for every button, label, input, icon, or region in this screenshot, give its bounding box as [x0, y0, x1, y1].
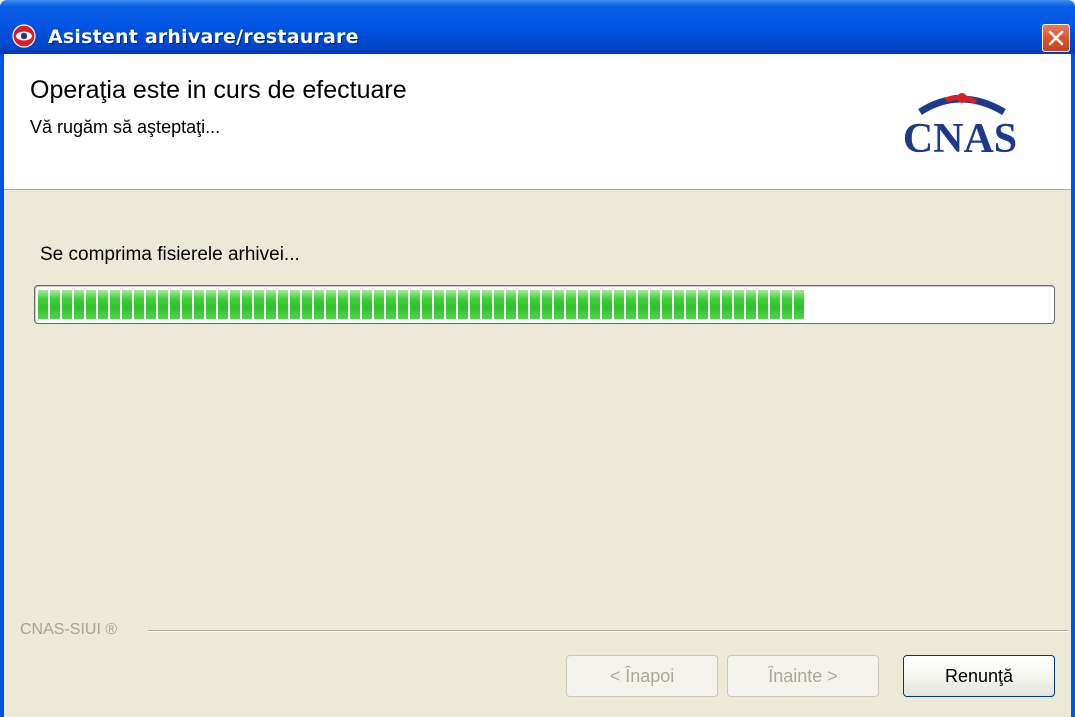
progress-segment — [638, 290, 648, 319]
progress-segment — [218, 290, 228, 319]
progress-segment — [338, 290, 348, 319]
progress-segment — [278, 290, 288, 319]
progress-segment — [290, 290, 300, 319]
cancel-button[interactable]: Renunţă — [903, 655, 1055, 697]
progress-segment — [458, 290, 468, 319]
progress-segment — [662, 290, 672, 319]
progress-segment — [650, 290, 660, 319]
title-bar[interactable]: Asistent arhivare/restaurare — [0, 0, 1075, 54]
progress-segment — [794, 290, 804, 319]
progress-segment — [602, 290, 612, 319]
progress-segment — [110, 290, 120, 319]
progress-segment — [374, 290, 384, 319]
progress-segment — [230, 290, 240, 319]
progress-segment — [674, 290, 684, 319]
progress-segment — [722, 290, 732, 319]
window-title: Asistent arhivare/restaurare — [48, 26, 359, 48]
progress-segment — [302, 290, 312, 319]
page-subtitle: Vă rugăm să aşteptaţi... — [30, 117, 221, 137]
progress-segment — [590, 290, 600, 319]
progress-segment — [578, 290, 588, 319]
progress-segment — [542, 290, 552, 319]
progress-segment — [746, 290, 756, 319]
progress-segment — [518, 290, 528, 319]
progress-segment — [434, 290, 444, 319]
progress-segment — [98, 290, 108, 319]
progress-segment — [446, 290, 456, 319]
progress-segment — [134, 290, 144, 319]
progress-segment — [182, 290, 192, 319]
footer-brand: CNAS-SIUI ® — [20, 621, 124, 639]
back-button[interactable]: < Înapoi — [566, 655, 718, 697]
progress-segment — [158, 290, 168, 319]
progress-segment — [494, 290, 504, 319]
window-border-right — [1071, 54, 1075, 717]
progress-segment — [614, 290, 624, 319]
progress-segment — [410, 290, 420, 319]
progress-segment — [770, 290, 780, 319]
wizard-window: Asistent arhivare/restaurare Operaţia es… — [0, 0, 1075, 717]
progress-segment — [146, 290, 156, 319]
progress-segment — [710, 290, 720, 319]
progress-status-text: Se comprima fisierele arhivei... — [40, 244, 300, 265]
progress-segment — [758, 290, 768, 319]
wizard-header: Operaţia este in curs de efectuare Vă ru… — [4, 54, 1071, 190]
progress-segment — [254, 290, 264, 319]
progress-segment — [74, 290, 84, 319]
progress-bar-fill — [38, 290, 804, 319]
progress-segment — [422, 290, 432, 319]
progress-segment — [626, 290, 636, 319]
app-eye-icon — [12, 24, 36, 48]
close-button[interactable] — [1042, 24, 1070, 52]
svg-text:CNAS: CNAS — [903, 116, 1017, 162]
progress-bar — [34, 285, 1055, 324]
progress-segment — [38, 290, 48, 319]
progress-segment — [734, 290, 744, 319]
progress-segment — [242, 290, 252, 319]
progress-segment — [386, 290, 396, 319]
progress-segment — [686, 290, 696, 319]
progress-segment — [170, 290, 180, 319]
progress-segment — [470, 290, 480, 319]
progress-segment — [362, 290, 372, 319]
progress-segment — [554, 290, 564, 319]
cnas-logo: CNAS — [880, 82, 1040, 162]
progress-segment — [782, 290, 792, 319]
page-title: Operaţia este in curs de efectuare — [30, 76, 407, 104]
progress-segment — [86, 290, 96, 319]
progress-segment — [266, 290, 276, 319]
progress-segment — [50, 290, 60, 319]
progress-segment — [326, 290, 336, 319]
progress-segment — [350, 290, 360, 319]
progress-segment — [482, 290, 492, 319]
progress-segment — [194, 290, 204, 319]
progress-segment — [122, 290, 132, 319]
progress-segment — [398, 290, 408, 319]
progress-segment — [566, 290, 576, 319]
next-button[interactable]: Înainte > — [727, 655, 879, 697]
progress-segment — [698, 290, 708, 319]
progress-segment — [62, 290, 72, 319]
progress-segment — [506, 290, 516, 319]
progress-segment — [206, 290, 216, 319]
progress-segment — [530, 290, 540, 319]
footer-divider — [148, 630, 1068, 632]
progress-segment — [314, 290, 324, 319]
